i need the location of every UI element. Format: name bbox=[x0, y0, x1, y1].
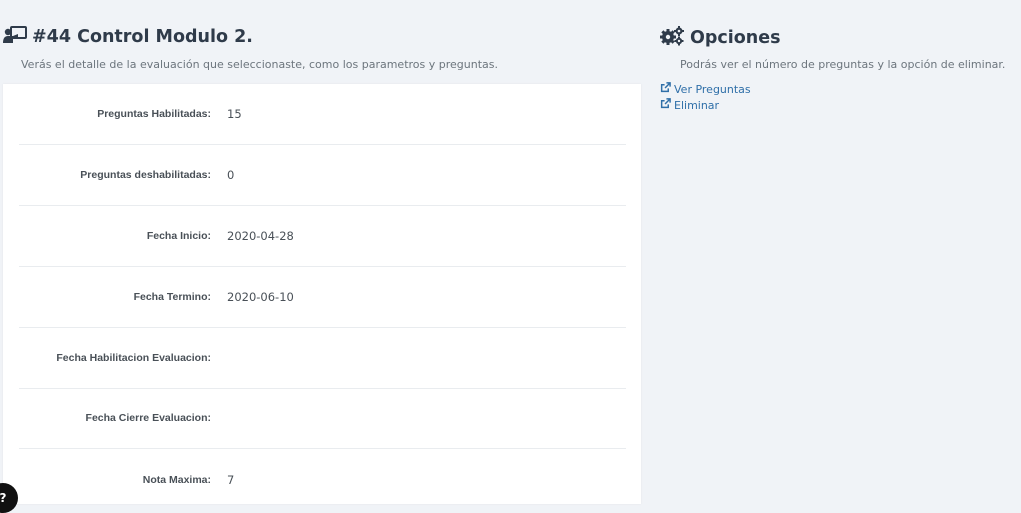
detail-row-nota-maxima: Nota Maxima: 7 bbox=[19, 449, 626, 510]
chalkboard-teacher-icon bbox=[3, 26, 27, 48]
evaluation-details-card: Preguntas Habilitadas: 15 Preguntas desh… bbox=[3, 84, 641, 504]
question-icon: ? bbox=[0, 491, 7, 505]
detail-label: Preguntas deshabilitadas: bbox=[80, 169, 211, 181]
detail-row-fecha-termino: Fecha Termino: 2020-06-10 bbox=[19, 267, 626, 328]
external-link-icon bbox=[660, 82, 674, 96]
cogs-icon bbox=[660, 26, 685, 50]
eliminar-link[interactable]: Eliminar bbox=[660, 98, 719, 112]
link-label: Eliminar bbox=[674, 98, 720, 112]
options-subtitle: Podrás ver el número de preguntas y la o… bbox=[680, 58, 1006, 71]
detail-row-preguntas-deshabilitadas: Preguntas deshabilitadas: 0 bbox=[19, 145, 626, 206]
detail-row-preguntas-habilitadas: Preguntas Habilitadas: 15 bbox=[19, 84, 626, 145]
detail-label: Fecha Inicio: bbox=[146, 230, 211, 242]
detail-label: Fecha Habilitacion Evaluacion: bbox=[56, 352, 211, 364]
detail-label: Preguntas Habilitadas: bbox=[97, 108, 211, 120]
detail-value: 0 bbox=[227, 168, 235, 182]
detail-value: 15 bbox=[227, 107, 242, 121]
detail-label: Fecha Cierre Evaluacion: bbox=[85, 412, 211, 424]
detail-row-fecha-inicio: Fecha Inicio: 2020-04-28 bbox=[19, 206, 626, 267]
evaluation-header: #44 Control Modulo 2. bbox=[3, 26, 253, 48]
detail-row-fecha-cierre: Fecha Cierre Evaluacion: bbox=[19, 388, 626, 449]
options-title: Opciones bbox=[690, 28, 781, 48]
ver-preguntas-link[interactable]: Ver Preguntas bbox=[660, 82, 751, 96]
options-header: Opciones bbox=[660, 26, 781, 50]
detail-value: 7 bbox=[227, 472, 235, 487]
detail-value: 2020-04-28 bbox=[227, 229, 294, 243]
detail-row-fecha-habilitacion: Fecha Habilitacion Evaluacion: bbox=[19, 328, 626, 389]
external-link-icon bbox=[660, 98, 674, 112]
detail-label: Nota Maxima: bbox=[142, 473, 211, 486]
evaluation-subtitle: Verás el detalle de la evaluación que se… bbox=[21, 58, 498, 71]
detail-value: 2020-06-10 bbox=[227, 290, 294, 304]
link-label: Ver Preguntas bbox=[674, 82, 751, 96]
detail-label: Fecha Termino: bbox=[133, 291, 211, 303]
evaluation-title: #44 Control Modulo 2. bbox=[32, 27, 253, 47]
